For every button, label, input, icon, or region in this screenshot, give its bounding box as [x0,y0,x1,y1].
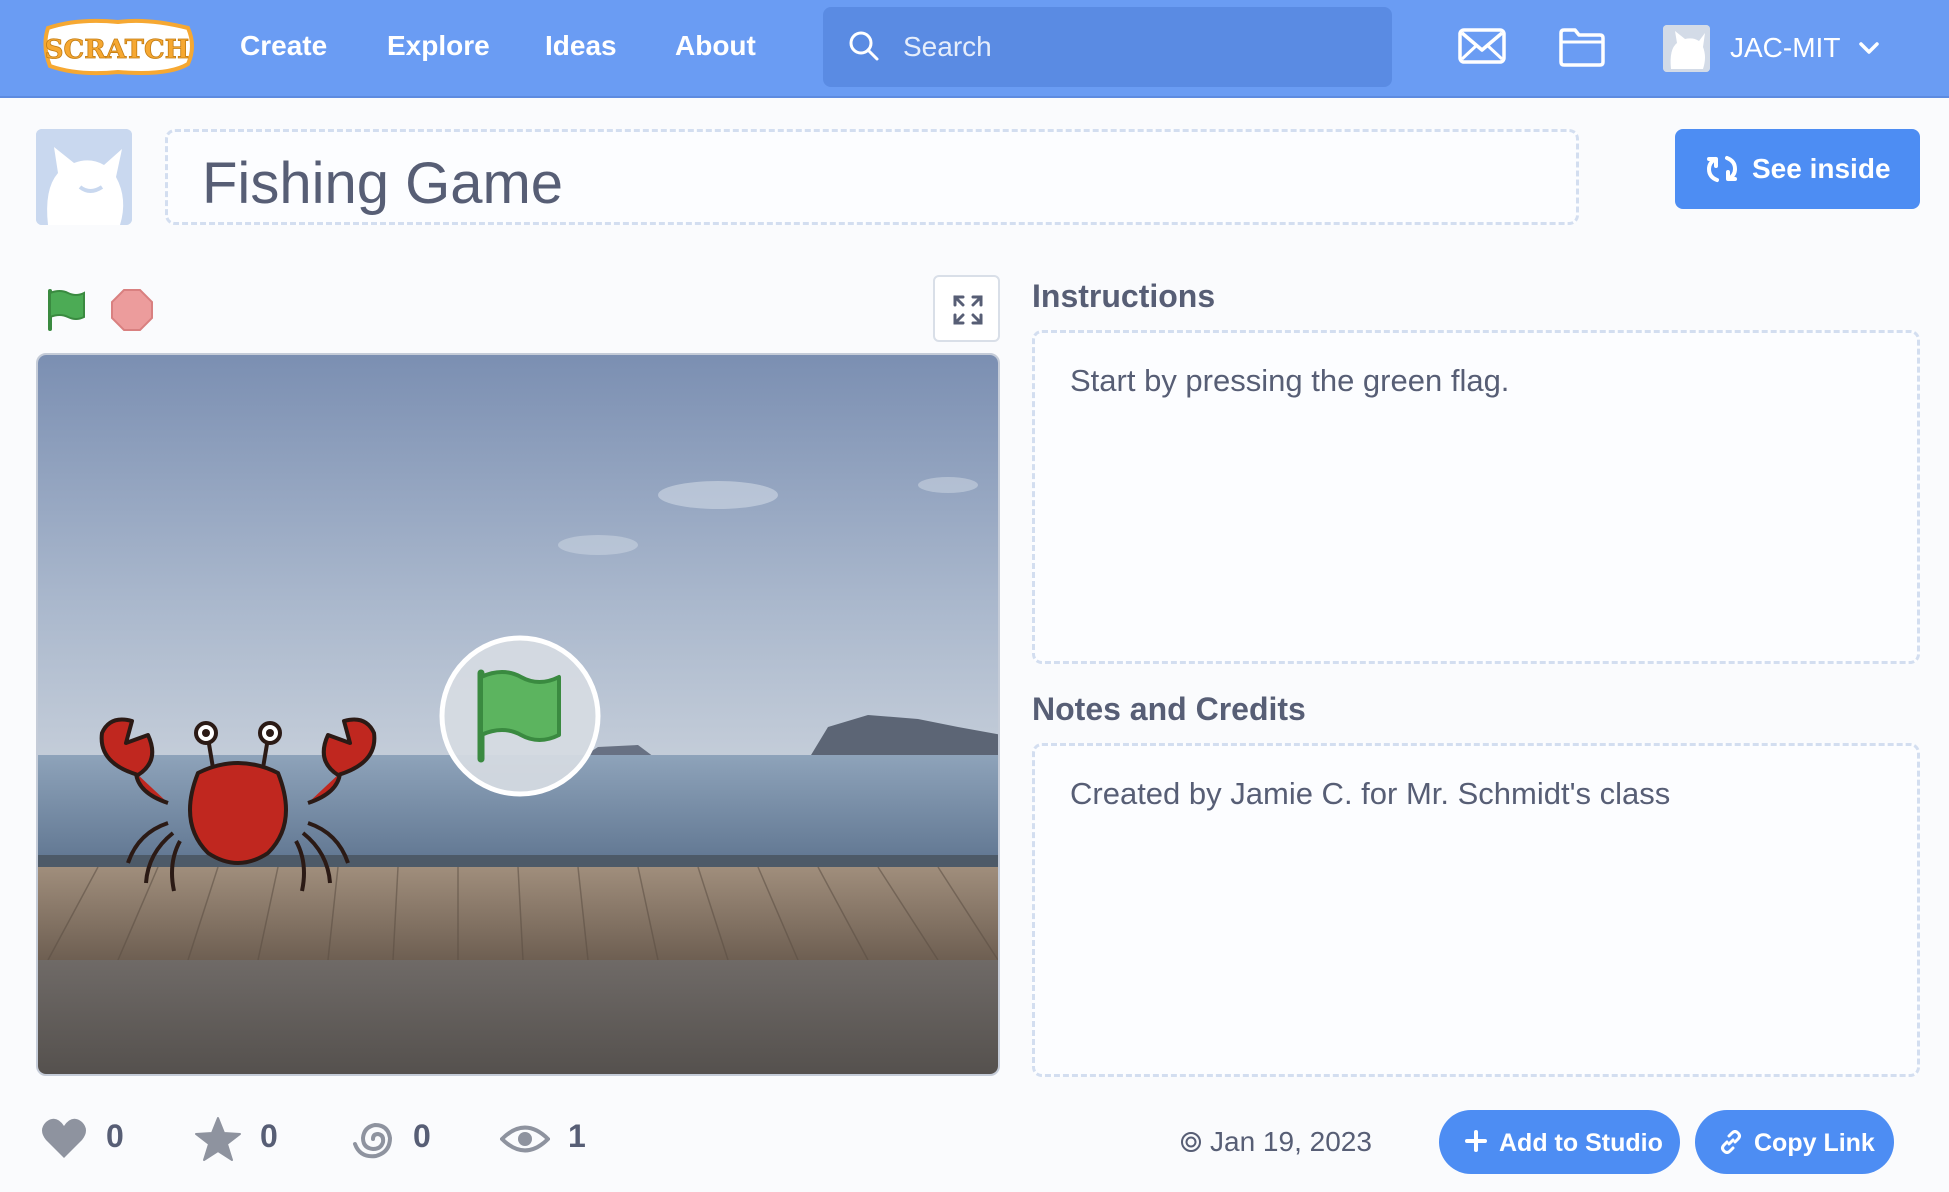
plus-icon [1465,1130,1487,1152]
project-stage[interactable] [36,353,1000,1076]
nav-link-about[interactable]: About [675,30,756,62]
views-eye-icon [500,1125,550,1153]
nav-link-create[interactable]: Create [240,30,327,62]
notes-and-credits-heading: Notes and Credits [1032,691,1306,727]
nav-link-explore[interactable]: Explore [387,30,490,62]
notes-and-credits-field[interactable]: Created by Jamie C. for Mr. Schmidt's cl… [1032,743,1920,1077]
green-flag-icon[interactable] [44,287,88,331]
copy-link-label: Copy Link [1754,1129,1875,1157]
chevron-down-icon[interactable] [1858,40,1880,56]
link-chain-icon [1721,1130,1741,1154]
my-stuff-folder-icon[interactable] [1557,26,1607,68]
fullscreen-button[interactable] [933,275,1000,342]
instructions-text: Start by pressing the green flag. [1070,363,1510,398]
see-inside-button[interactable]: See inside [1675,129,1920,209]
stop-sign-icon[interactable] [110,288,154,332]
favorite-count: 0 [260,1118,278,1154]
scratch-logo-text: SCRATCH [45,35,189,65]
user-avatar[interactable] [1663,25,1710,72]
love-count: 0 [106,1118,124,1154]
remix-spiral-icon [353,1122,393,1159]
copy-link-button[interactable]: Copy Link [1695,1110,1894,1174]
remix-count: 0 [413,1118,431,1154]
scratch-logo[interactable]: SCRATCH [38,16,196,78]
search-input[interactable]: Search [823,7,1392,87]
username-label[interactable]: JAC-MIT [1730,32,1840,64]
nav-link-ideas[interactable]: Ideas [545,30,617,62]
project-title-field[interactable]: Fishing Game [165,129,1579,225]
see-inside-label: See inside [1752,153,1891,184]
search-placeholder: Search [903,31,992,62]
search-icon [849,31,879,61]
view-count: 1 [568,1118,586,1154]
copyright-icon [1181,1132,1201,1152]
crab-sprite[interactable] [98,713,378,903]
instructions-heading: Instructions [1032,278,1216,314]
remix-arrows-icon [1706,156,1738,182]
stage-green-flag-overlay-button[interactable] [439,635,601,797]
add-to-studio-label: Add to Studio [1499,1129,1663,1157]
instructions-field[interactable]: Start by pressing the green flag. [1032,330,1920,664]
shared-date: Jan 19, 2023 [1210,1126,1372,1157]
fullscreen-expand-icon [953,295,983,325]
messages-icon[interactable] [1457,26,1507,66]
love-heart-icon[interactable] [40,1116,88,1160]
top-nav-bar: SCRATCH Create Explore Ideas About Searc… [0,0,1949,98]
project-title: Fishing Game [202,151,564,216]
project-author-avatar[interactable] [36,129,132,225]
add-to-studio-button[interactable]: Add to Studio [1439,1110,1680,1174]
favorite-star-icon[interactable] [194,1116,242,1162]
notes-and-credits-text: Created by Jamie C. for Mr. Schmidt's cl… [1070,776,1671,811]
